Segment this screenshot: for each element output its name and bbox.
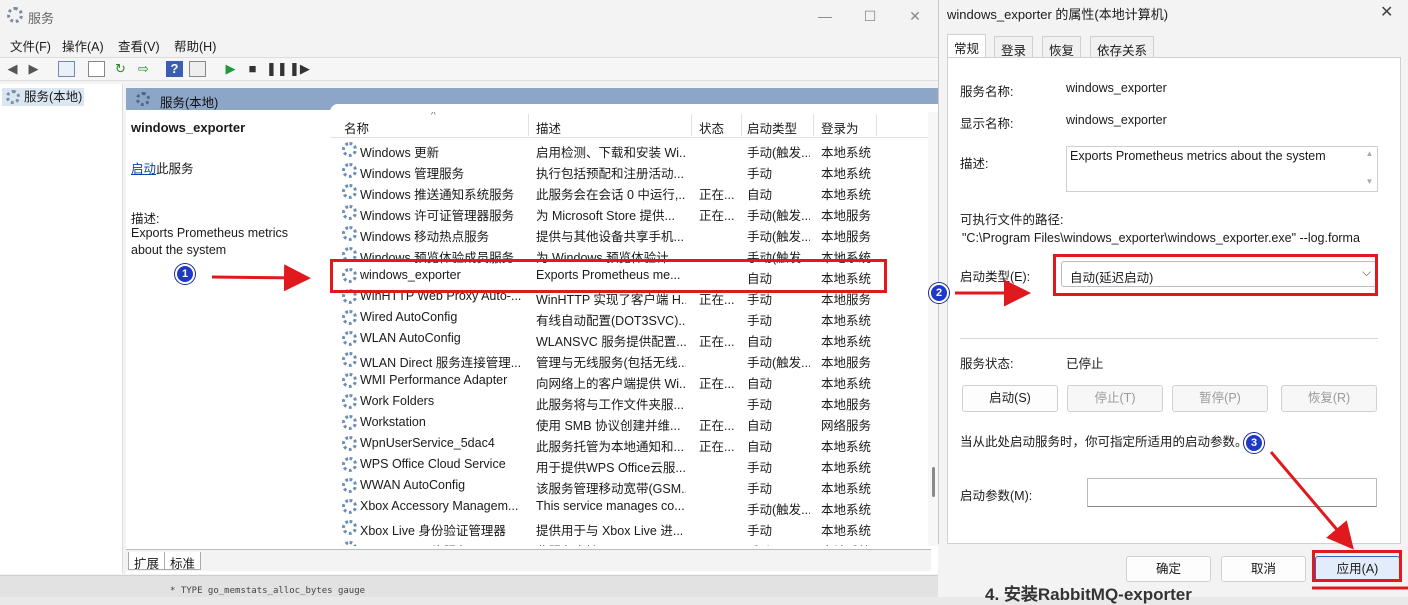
arrow-1 [211,264,311,292]
arrow-3 [1269,451,1354,550]
annotation-arrows [211,264,1408,590]
